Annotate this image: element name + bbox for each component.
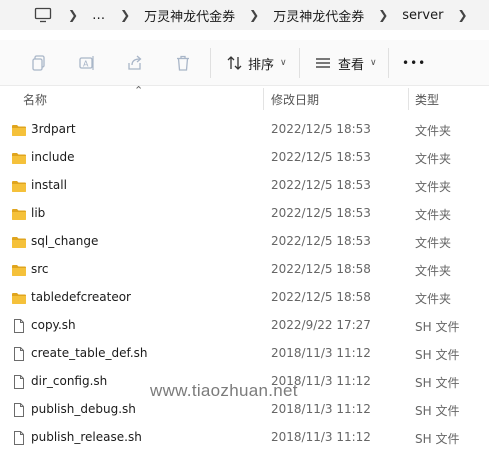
chevron-right-icon: ❯ xyxy=(120,8,131,22)
column-header-date[interactable]: 修改日期 xyxy=(271,91,319,108)
file-modified-date: 2018/11/3 11:12 xyxy=(271,430,371,444)
column-divider[interactable] xyxy=(408,88,409,110)
file-type: 文件夹 xyxy=(415,124,452,138)
file-name: sql_change xyxy=(31,234,99,248)
file-name: copy.sh xyxy=(31,318,76,332)
chevron-right-icon: ❯ xyxy=(249,8,260,22)
column-header-name[interactable]: 名称 xyxy=(23,91,47,108)
file-name: tabledefcreateor xyxy=(31,290,131,304)
breadcrumb-item[interactable]: 万灵神龙代金券 xyxy=(144,6,235,25)
file-row[interactable]: copy.sh 2022/9/22 17:27 SH 文件 xyxy=(0,312,489,340)
file-icon xyxy=(11,430,27,446)
folder-icon xyxy=(11,178,27,194)
sort-button[interactable]: 排序 ∨ xyxy=(226,52,287,74)
breadcrumb-item-current[interactable]: server xyxy=(402,8,443,23)
delete-icon[interactable] xyxy=(172,52,194,74)
toolbar-divider xyxy=(299,48,300,78)
file-type: 文件夹 xyxy=(415,180,452,194)
view-button[interactable]: 查看 ∨ xyxy=(314,52,377,74)
chevron-right-icon[interactable]: ❯ xyxy=(457,8,467,22)
file-row[interactable]: create_table_def.sh 2018/11/3 11:12 SH 文件 xyxy=(0,340,489,368)
file-modified-date: 2022/12/5 18:53 xyxy=(271,178,371,192)
folder-icon xyxy=(11,206,27,222)
file-type: 文件夹 xyxy=(415,208,452,222)
folder-icon xyxy=(11,290,27,306)
file-type: SH 文件 xyxy=(415,432,460,446)
file-modified-date: 2022/12/5 18:58 xyxy=(271,290,371,304)
file-row[interactable]: lib 2022/12/5 18:53 文件夹 xyxy=(0,200,489,228)
folder-icon xyxy=(11,234,27,250)
file-name: install xyxy=(31,178,67,192)
command-toolbar: A 排序 ∨ 查看 ∨ ••• xyxy=(0,40,489,86)
file-row[interactable]: install 2022/12/5 18:53 文件夹 xyxy=(0,172,489,200)
chevron-down-icon: ∨ xyxy=(370,58,377,68)
folder-icon xyxy=(11,122,27,138)
file-icon xyxy=(11,374,27,390)
column-header-row: ⌃ 名称 修改日期 类型 xyxy=(0,84,489,110)
file-type: SH 文件 xyxy=(415,376,460,390)
sort-label: 排序 xyxy=(248,57,275,73)
column-divider[interactable] xyxy=(263,88,264,110)
sort-ascending-icon: ⌃ xyxy=(134,84,144,97)
file-name: include xyxy=(31,150,75,164)
copy-icon[interactable] xyxy=(28,52,50,74)
view-label: 查看 xyxy=(338,57,365,73)
address-bar: ❯ … ❯ 万灵神龙代金券 ❯ 万灵神龙代金券 ❯ server ❯ xyxy=(0,0,489,30)
breadcrumb-overflow[interactable]: … xyxy=(92,8,106,23)
file-row[interactable]: 3rdpart 2022/12/5 18:53 文件夹 xyxy=(0,116,489,144)
file-name: src xyxy=(31,262,49,276)
file-type: 文件夹 xyxy=(415,236,452,250)
file-row[interactable]: tabledefcreateor 2022/12/5 18:58 文件夹 xyxy=(0,284,489,312)
chevron-down-icon: ∨ xyxy=(280,58,287,68)
file-name: publish_release.sh xyxy=(31,430,142,444)
toolbar-divider xyxy=(388,48,389,78)
file-type: 文件夹 xyxy=(415,292,452,306)
file-name: dir_config.sh xyxy=(31,374,108,388)
this-pc-icon[interactable] xyxy=(32,4,54,26)
file-icon xyxy=(11,346,27,362)
chevron-right-icon: ❯ xyxy=(68,8,79,22)
file-row[interactable]: src 2022/12/5 18:58 文件夹 xyxy=(0,256,489,284)
chevron-right-icon: ❯ xyxy=(378,8,389,22)
file-type: 文件夹 xyxy=(415,264,452,278)
file-type: SH 文件 xyxy=(415,348,460,362)
file-modified-date: 2018/11/3 11:12 xyxy=(271,402,371,416)
file-name: lib xyxy=(31,206,46,220)
view-icon xyxy=(316,58,330,68)
file-list: 3rdpart 2022/12/5 18:53 文件夹 include 2022/12/… xyxy=(0,116,489,452)
watermark: www.tiaozhuan.net xyxy=(150,381,298,400)
file-modified-date: 2022/12/5 18:53 xyxy=(271,150,371,164)
share-icon[interactable] xyxy=(124,52,146,74)
sort-icon xyxy=(227,56,242,70)
folder-icon xyxy=(11,150,27,166)
file-type: SH 文件 xyxy=(415,404,460,418)
file-row[interactable]: sql_change 2022/12/5 18:53 文件夹 xyxy=(0,228,489,256)
file-modified-date: 2022/12/5 18:53 xyxy=(271,206,371,220)
file-type: 文件夹 xyxy=(415,152,452,166)
file-modified-date: 2022/9/22 17:27 xyxy=(271,318,371,332)
file-row[interactable]: publish_release.sh 2018/11/3 11:12 SH 文件 xyxy=(0,424,489,452)
breadcrumb-item[interactable]: 万灵神龙代金券 xyxy=(273,6,364,25)
file-icon xyxy=(11,402,27,418)
file-type: SH 文件 xyxy=(415,320,460,334)
toolbar-divider xyxy=(210,48,211,78)
file-modified-date: 2018/11/3 11:12 xyxy=(271,346,371,360)
file-name: 3rdpart xyxy=(31,122,76,136)
folder-icon xyxy=(11,262,27,278)
file-modified-date: 2022/12/5 18:53 xyxy=(271,234,371,248)
file-modified-date: 2022/12/5 18:58 xyxy=(271,262,371,276)
file-icon xyxy=(11,318,27,334)
file-modified-date: 2022/12/5 18:53 xyxy=(271,122,371,136)
svg-text:A: A xyxy=(83,60,89,69)
rename-icon[interactable]: A xyxy=(76,52,98,74)
file-name: create_table_def.sh xyxy=(31,346,148,360)
file-row[interactable]: include 2022/12/5 18:53 文件夹 xyxy=(0,144,489,172)
more-options-button[interactable]: ••• xyxy=(402,52,426,74)
file-name: publish_debug.sh xyxy=(31,402,136,416)
column-header-type[interactable]: 类型 xyxy=(415,91,439,108)
